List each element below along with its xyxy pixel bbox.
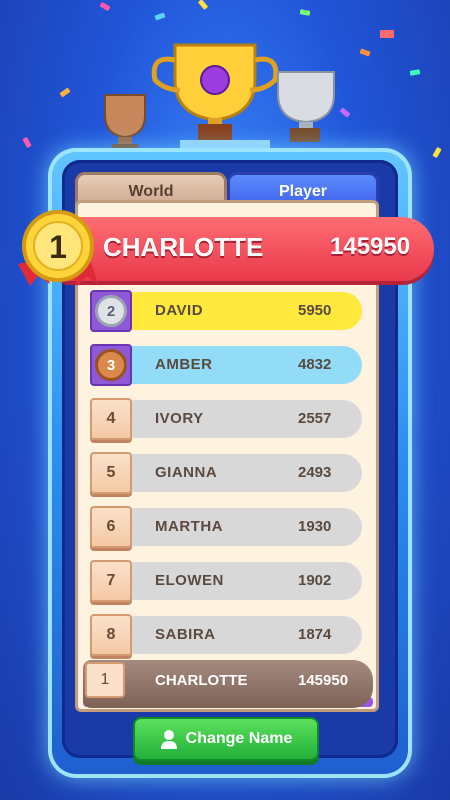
gold-trophy-icon: [151, 43, 279, 140]
top-rank-number: 1: [49, 229, 67, 265]
player-score: 1930: [298, 518, 332, 535]
player-score: 1874: [298, 626, 332, 643]
rank-badge: 5: [90, 452, 132, 494]
leaderboard-row: 7 ELOWEN 1902: [90, 560, 362, 602]
top-player-name: CHARLOTTE: [103, 232, 264, 262]
leaderboard-row: 6 MARTHA 1930: [90, 506, 362, 548]
player-name: GIANNA: [155, 464, 218, 481]
rank-badge: 7: [90, 560, 132, 602]
player-name: MARTHA: [155, 518, 223, 535]
player-score: 4832: [298, 356, 332, 373]
player-score: 2557: [298, 410, 332, 427]
change-name-label: Change Name: [185, 730, 293, 747]
silver-medal-icon: 2: [90, 290, 132, 332]
leaderboard-row: 4 IVORY 2557: [90, 398, 362, 440]
own-player-score: 145950: [298, 672, 349, 689]
bronze-medal-icon: 3: [90, 344, 132, 386]
leaderboard-row: 2 DAVID 5950: [90, 290, 362, 332]
player-score: 1902: [298, 572, 332, 589]
change-name-button[interactable]: Change Name: [133, 717, 319, 761]
player-name: ELOWEN: [155, 572, 224, 589]
gold-medal-icon: 1: [18, 210, 98, 286]
user-icon: [160, 730, 177, 749]
player-score: 5950: [298, 302, 332, 319]
bronze-trophy-icon: [104, 94, 146, 154]
player-name: IVORY: [155, 410, 204, 427]
leaderboard-row: 8 SABIRA 1874: [90, 614, 362, 656]
player-name: AMBER: [155, 356, 213, 373]
own-player-name: CHARLOTTE: [155, 672, 248, 689]
rank-badge: 6: [90, 506, 132, 548]
top-player-score: 145950: [330, 233, 411, 260]
own-rank-badge: 1: [85, 662, 125, 698]
player-name: DAVID: [155, 302, 204, 319]
leaderboard-row: 3 AMBER 4832: [90, 344, 362, 386]
leaderboard-row: 5 GIANNA 2493: [90, 452, 362, 494]
rank-badge: 4: [90, 398, 132, 440]
trophies-illustration: [100, 43, 350, 164]
silver-trophy-icon: [277, 71, 335, 142]
player-score: 2493: [298, 464, 332, 481]
player-name: SABIRA: [155, 626, 216, 643]
rank-badge: 8: [90, 614, 132, 656]
